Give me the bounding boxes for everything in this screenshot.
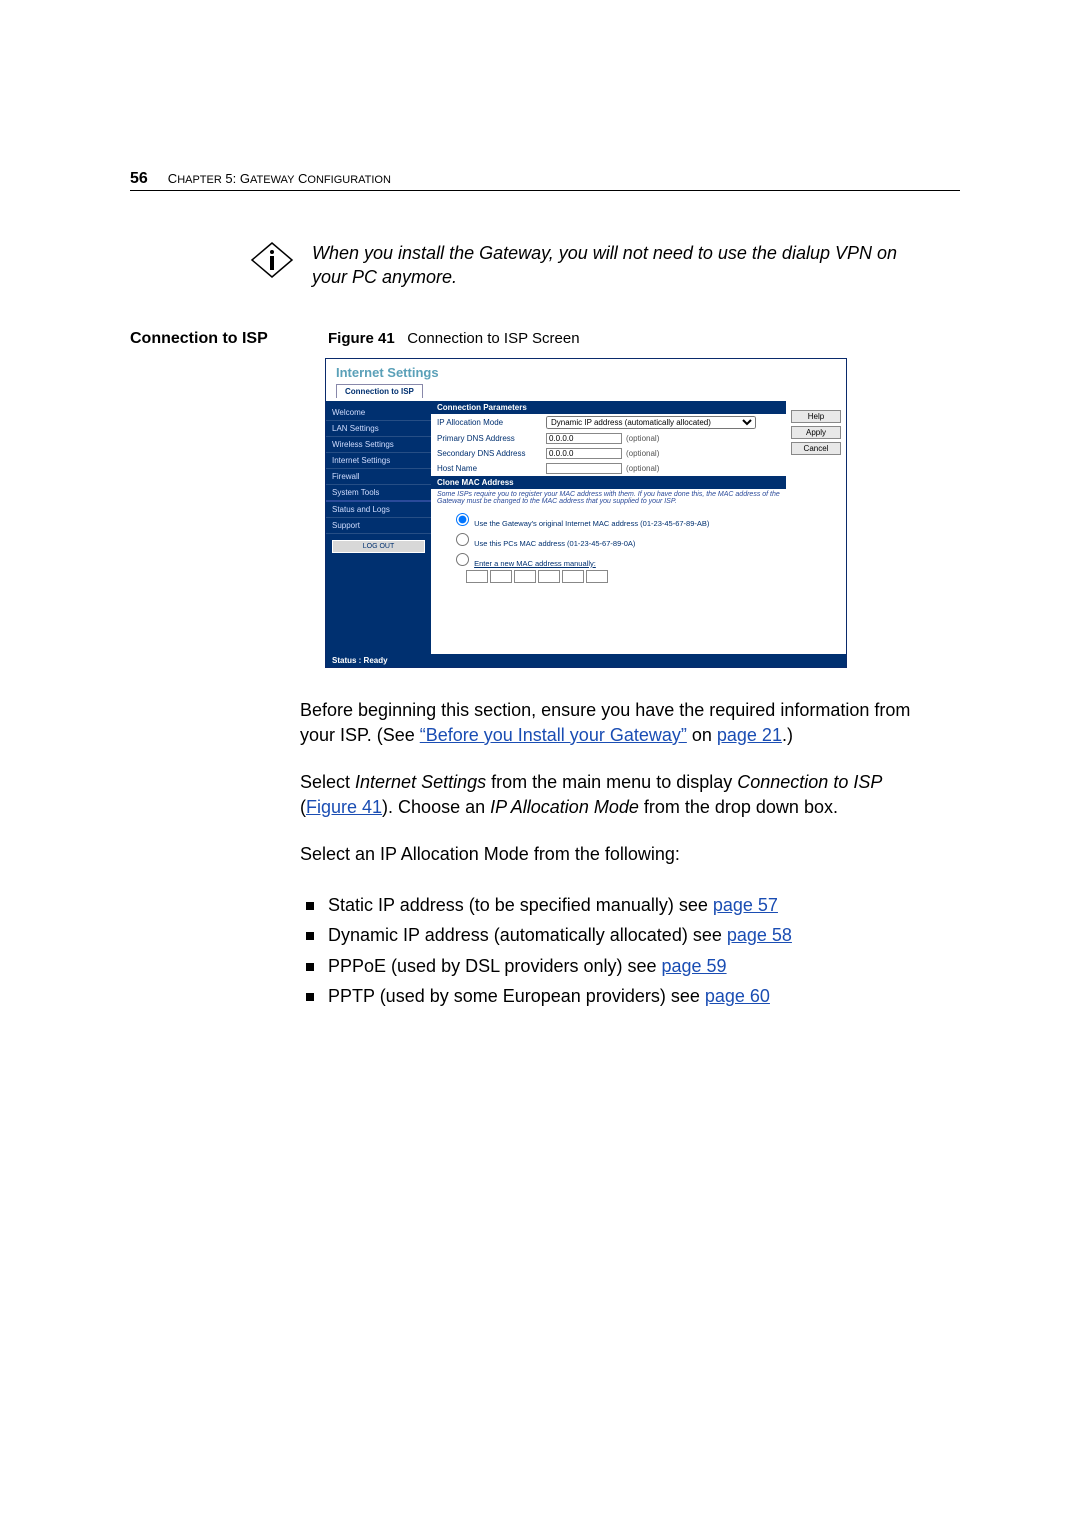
host-name-input[interactable] bbox=[546, 463, 622, 474]
link-page-58[interactable]: page 58 bbox=[727, 925, 792, 945]
optional-label: (optional) bbox=[626, 434, 659, 443]
section-heading: Connection to ISP bbox=[130, 330, 310, 348]
label-ip-allocation: IP Allocation Mode bbox=[437, 418, 542, 427]
mac-field[interactable] bbox=[586, 570, 608, 583]
sidebar-item-wireless[interactable]: Wireless Settings bbox=[326, 437, 431, 453]
link-figure-41[interactable]: Figure 41 bbox=[306, 797, 382, 817]
mac-field[interactable] bbox=[466, 570, 488, 583]
paragraph: Before beginning this section, ensure yo… bbox=[300, 698, 940, 748]
paragraph: Select an IP Allocation Mode from the fo… bbox=[300, 842, 940, 867]
logout-button[interactable]: LOG OUT bbox=[332, 540, 425, 553]
ip-allocation-select[interactable]: Dynamic IP address (automatically alloca… bbox=[546, 416, 756, 429]
cancel-button[interactable]: Cancel bbox=[791, 442, 841, 455]
info-icon bbox=[250, 241, 294, 284]
sidebar-item-welcome[interactable]: Welcome bbox=[326, 405, 431, 421]
label-secondary-dns: Secondary DNS Address bbox=[437, 449, 542, 458]
tab-connection-to-isp[interactable]: Connection to ISP bbox=[336, 384, 423, 398]
page-header: 56 CHAPTER 5: GATEWAY CONFIGURATION bbox=[130, 170, 960, 191]
paragraph: Select Internet Settings from the main m… bbox=[300, 770, 940, 820]
apply-button[interactable]: Apply bbox=[791, 426, 841, 439]
list-item: PPPoE (used by DSL providers only) see p… bbox=[300, 951, 940, 982]
sidebar-item-systemtools[interactable]: System Tools bbox=[326, 485, 431, 502]
radio-pc-mac[interactable] bbox=[456, 533, 469, 546]
list-item: Dynamic IP address (automatically alloca… bbox=[300, 920, 940, 951]
label-host-name: Host Name bbox=[437, 464, 542, 473]
info-note: When you install the Gateway, you will n… bbox=[312, 241, 932, 290]
primary-dns-input[interactable] bbox=[546, 433, 622, 444]
link-page-59[interactable]: page 59 bbox=[662, 956, 727, 976]
list-item: PPTP (used by some European providers) s… bbox=[300, 981, 940, 1012]
sidebar-item-internet[interactable]: Internet Settings bbox=[326, 453, 431, 469]
screenshot-title: Internet Settings bbox=[336, 365, 836, 380]
optional-label: (optional) bbox=[626, 464, 659, 473]
link-page-21[interactable]: page 21 bbox=[717, 725, 782, 745]
radio-original-mac[interactable] bbox=[456, 513, 469, 526]
section-connection-parameters: Connection Parameters bbox=[431, 401, 786, 414]
chapter-title: CHAPTER 5: GATEWAY CONFIGURATION bbox=[168, 171, 391, 186]
link-page-57[interactable]: page 57 bbox=[713, 895, 778, 915]
mac-field[interactable] bbox=[490, 570, 512, 583]
label-primary-dns: Primary DNS Address bbox=[437, 434, 542, 443]
list-item: Static IP address (to be specified manua… bbox=[300, 890, 940, 921]
bullet-list: Static IP address (to be specified manua… bbox=[300, 890, 940, 1012]
sidebar-item-lan[interactable]: LAN Settings bbox=[326, 421, 431, 437]
clone-mac-note: Some ISPs require you to register your M… bbox=[431, 489, 786, 509]
mac-field[interactable] bbox=[514, 570, 536, 583]
sidebar-item-support[interactable]: Support bbox=[326, 518, 431, 534]
mac-field[interactable] bbox=[538, 570, 560, 583]
screenshot-sidebar: Welcome LAN Settings Wireless Settings I… bbox=[326, 401, 431, 654]
link-before-install[interactable]: “Before you Install your Gateway” bbox=[420, 725, 687, 745]
optional-label: (optional) bbox=[626, 449, 659, 458]
sidebar-item-status[interactable]: Status and Logs bbox=[326, 502, 431, 518]
secondary-dns-input[interactable] bbox=[546, 448, 622, 459]
figure-caption: Figure 41 Connection to ISP Screen bbox=[328, 330, 580, 347]
link-page-60[interactable]: page 60 bbox=[705, 986, 770, 1006]
mac-field[interactable] bbox=[562, 570, 584, 583]
help-button[interactable]: Help bbox=[791, 410, 841, 423]
screenshot-connection-to-isp: Internet Settings Connection to ISP Welc… bbox=[325, 358, 847, 668]
status-bar: Status : Ready bbox=[326, 654, 846, 667]
radio-manual-mac[interactable] bbox=[456, 553, 469, 566]
page-number: 56 bbox=[130, 170, 148, 188]
section-clone-mac: Clone MAC Address bbox=[431, 476, 786, 489]
sidebar-item-firewall[interactable]: Firewall bbox=[326, 469, 431, 485]
